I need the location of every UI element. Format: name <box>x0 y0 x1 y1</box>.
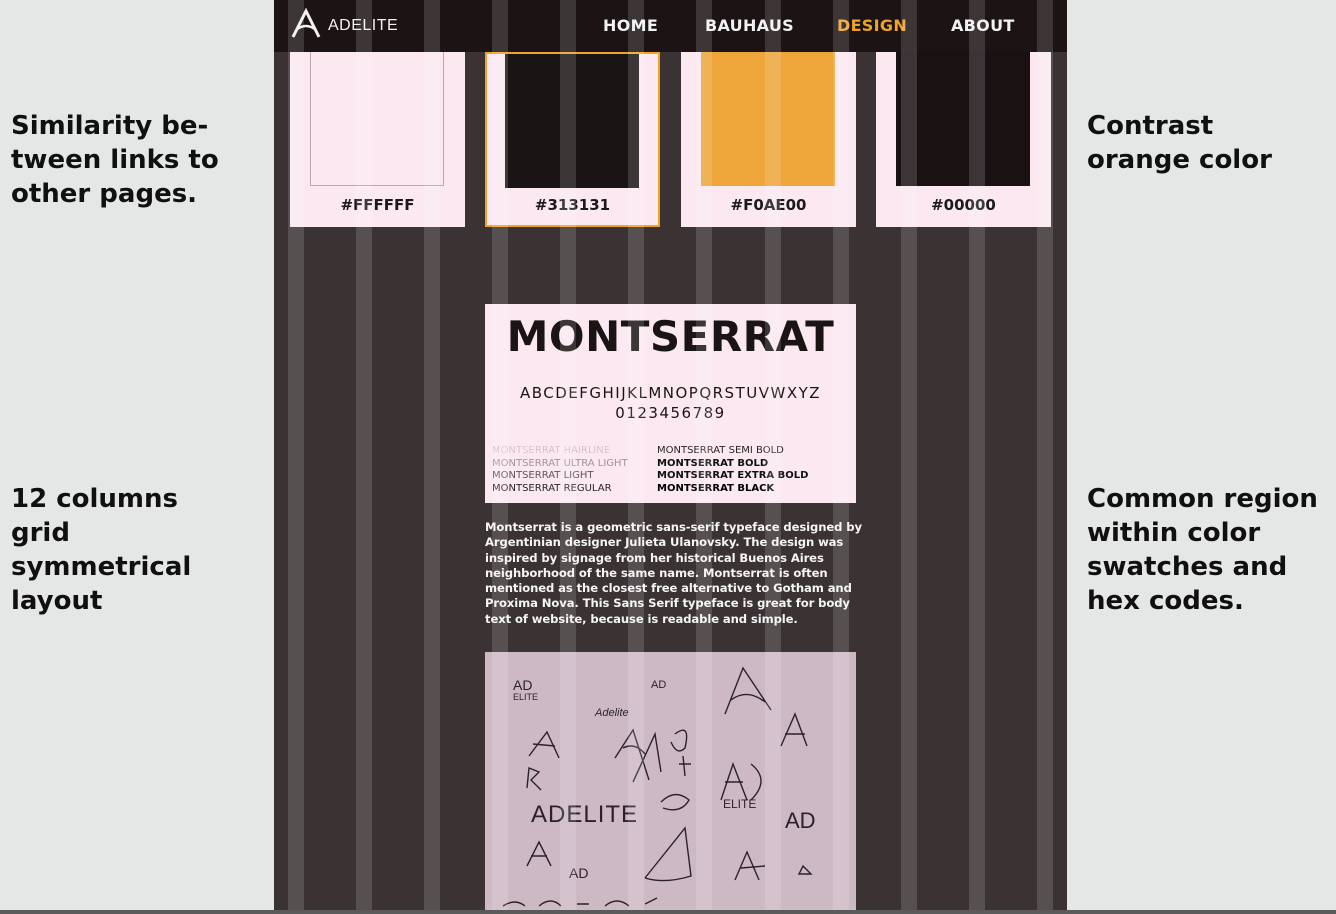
typeface-digits: 0123456789 <box>615 404 726 422</box>
weight-ultra-light: MONTSERRAT ULTRA LIGHT <box>492 457 628 469</box>
weights-list-right: MONTSERRAT SEMI BOLD MONTSERRAT BOLD MON… <box>657 445 808 495</box>
weight-light: MONTSERRAT LIGHT <box>492 470 594 482</box>
swatch-hex-label: #00000 <box>931 196 996 214</box>
logo-text: ADELITE <box>328 17 399 34</box>
nav-home-link[interactable]: HOME <box>603 16 658 35</box>
swatch-hex-label: #FFFFFF <box>340 196 415 214</box>
annotation-navigation-similarity: Similarity be- tween links to other page… <box>11 111 219 209</box>
weight-hairline: MONTSERRAT HAIRLINE <box>492 445 611 456</box>
website-mockup: ADELITE HOME BAUHAUS DESIGN ABOUT #FFFFF… <box>274 0 1067 910</box>
sketch-word: ELITE <box>513 692 538 702</box>
swatch-color-block <box>310 52 444 186</box>
swatch-color-block <box>505 54 639 188</box>
typeface-specimen: MONTSERRAT ABCDEFGHIJKLMNOPQRSTUVWXYZ 01… <box>485 304 856 503</box>
swatch-hex-label: #313131 <box>534 196 611 214</box>
swatch-hex-label: #F0AE00 <box>730 196 807 214</box>
color-swatch-black: #00000 <box>876 52 1051 227</box>
sketch-word: AD <box>569 865 588 881</box>
swatch-color-block <box>701 52 835 186</box>
weight-semi-bold: MONTSERRAT SEMI BOLD <box>657 445 784 456</box>
sketch-word: AD <box>785 808 816 833</box>
typeface-name: MONTSERRAT <box>506 312 835 361</box>
weight-regular: MONTSERRAT REGULAR <box>492 482 612 494</box>
annotation-contrast-color: Contrast orange color <box>1087 111 1272 175</box>
weight-extra-bold: MONTSERRAT EXTRA BOLD <box>657 470 809 482</box>
bottom-divider <box>0 910 1336 914</box>
navigation-bar: ADELITE HOME BAUHAUS DESIGN ABOUT <box>274 0 1067 52</box>
typeface-alphabet: ABCDEFGHIJKLMNOPQRSTUVWXYZ <box>519 384 822 402</box>
weights-list-left: MONTSERRAT HAIRLINE MONTSERRAT ULTRA LIG… <box>492 445 628 495</box>
sketch-word: Adelite <box>594 707 629 719</box>
logo-sketch-image: AD ELITE Adelite ADELITE ELITE AD AD AD <box>485 652 856 910</box>
nav-bauhaus-link[interactable]: BAUHAUS <box>705 16 794 35</box>
nav-design-link[interactable]: DESIGN <box>837 16 907 35</box>
annotation-common-region: Common region within color swatches and … <box>1087 484 1318 616</box>
color-swatch-dark-gray: #313131 <box>485 52 660 227</box>
color-swatch-white: #FFFFFF <box>290 52 465 227</box>
swatch-color-block <box>896 52 1030 186</box>
typeface-description: Montserrat is a geometric sans-serif typ… <box>485 520 862 626</box>
adelite-logo-icon <box>290 7 322 44</box>
nav-about-link[interactable]: ABOUT <box>951 16 1015 35</box>
sketch-word: AD <box>651 679 666 691</box>
sketch-word: AD <box>513 677 532 693</box>
color-swatch-orange: #F0AE00 <box>681 52 856 227</box>
weight-black: MONTSERRAT BLACK <box>657 482 775 494</box>
sketch-word: ADELITE <box>531 801 638 828</box>
annotation-grid-layout: 12 columns grid symmetrical layout <box>11 484 192 616</box>
logo[interactable]: ADELITE <box>290 7 399 44</box>
weight-bold: MONTSERRAT BOLD <box>657 457 769 469</box>
